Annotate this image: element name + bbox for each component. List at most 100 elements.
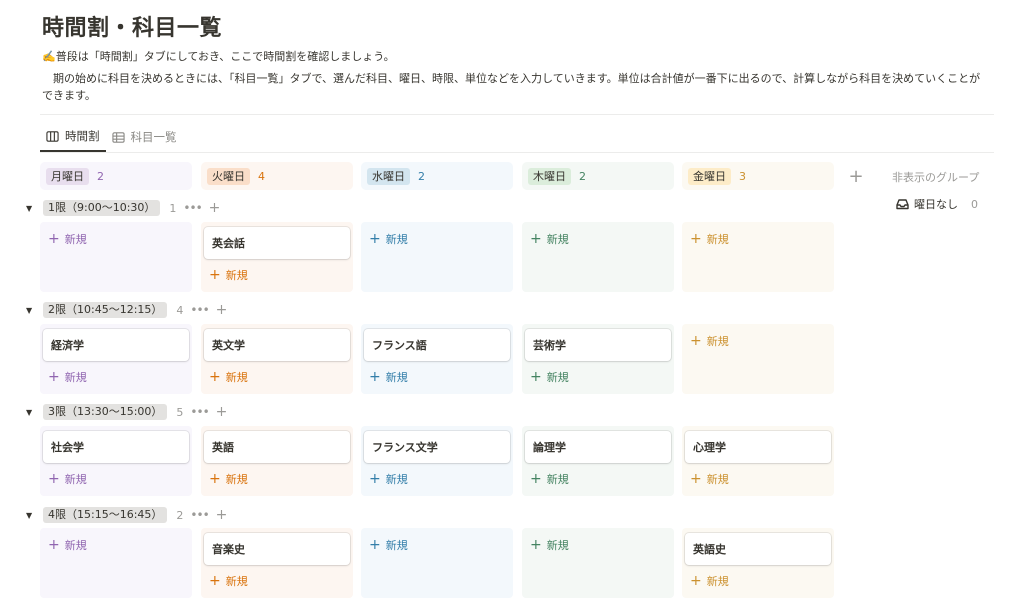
- new-item-button[interactable]: + 新規: [48, 537, 87, 553]
- subject-card[interactable]: 論理学: [525, 431, 671, 463]
- new-item-label: 新規: [706, 575, 729, 588]
- subject-card[interactable]: 英語: [204, 431, 350, 463]
- new-item-button[interactable]: + 新規: [369, 471, 408, 487]
- column-header[interactable]: 火曜日 4: [201, 162, 353, 190]
- plus-icon: +: [690, 471, 702, 487]
- subject-card[interactable]: 心理学: [685, 431, 831, 463]
- subject-card[interactable]: 社会学: [43, 431, 189, 463]
- board-cell: 音楽史 + 新規: [201, 528, 353, 598]
- board-cell: + 新規: [522, 528, 674, 598]
- new-item-button[interactable]: + 新規: [209, 573, 248, 589]
- new-item-label: 新規: [225, 473, 248, 486]
- plus-icon: +: [48, 537, 60, 553]
- new-item-button[interactable]: + 新規: [209, 369, 248, 385]
- new-item-button[interactable]: + 新規: [209, 267, 248, 283]
- new-item-button[interactable]: + 新規: [48, 369, 87, 385]
- tab-label: 科目一覧: [130, 130, 177, 144]
- plus-icon: +: [690, 231, 702, 247]
- day-count: 3: [739, 169, 746, 183]
- add-icon[interactable]: +: [209, 200, 221, 216]
- subject-card[interactable]: 英語史: [685, 533, 831, 565]
- day-tag: 木曜日: [528, 167, 571, 185]
- period-tag: 4限（15:15〜16:45）: [43, 507, 168, 523]
- new-item-button[interactable]: + 新規: [690, 231, 729, 247]
- new-item-button[interactable]: + 新規: [530, 369, 569, 385]
- group-count: 4: [176, 303, 184, 317]
- day-tag: 金曜日: [688, 167, 731, 185]
- column-header[interactable]: 水曜日 2: [361, 162, 513, 190]
- column-header[interactable]: 金曜日 3: [682, 162, 834, 190]
- tab-timetable[interactable]: 時間割: [40, 122, 106, 152]
- no-day-label: 曜日なし: [914, 198, 958, 211]
- new-item-button[interactable]: + 新規: [690, 573, 729, 589]
- collapse-toggle-icon[interactable]: ▼: [26, 511, 36, 520]
- divider: [40, 152, 994, 153]
- more-icon[interactable]: •••: [190, 303, 209, 317]
- subject-card[interactable]: フランス語: [364, 329, 510, 361]
- new-item-button[interactable]: + 新規: [48, 231, 87, 247]
- collapse-toggle-icon[interactable]: ▼: [26, 204, 36, 213]
- new-item-button[interactable]: + 新規: [690, 333, 729, 349]
- plus-icon: +: [48, 369, 60, 385]
- add-icon[interactable]: +: [216, 404, 228, 420]
- column-header[interactable]: 月曜日 2: [40, 162, 192, 190]
- more-icon[interactable]: •••: [190, 508, 209, 522]
- plus-icon: +: [48, 231, 60, 247]
- page-description-line2: 期の始めに科目を決めるときには、「科目一覧」タブで、選んだ科目、曜日、時限、単位…: [42, 72, 981, 102]
- new-item-label: 新規: [225, 269, 248, 282]
- board-cell: 英会話 + 新規: [201, 222, 353, 292]
- hidden-groups-label[interactable]: 非表示のグループ: [892, 169, 979, 185]
- tab-label: 時間割: [65, 129, 100, 143]
- hidden-group-no-day[interactable]: 曜日なし 0: [896, 196, 978, 212]
- board-cell: 芸術学 + 新規: [522, 324, 674, 394]
- new-item-label: 新規: [385, 233, 408, 246]
- new-item-label: 新規: [706, 473, 729, 486]
- new-item-button[interactable]: + 新規: [369, 537, 408, 553]
- new-item-button[interactable]: + 新規: [209, 471, 248, 487]
- column-header[interactable]: 木曜日 2: [522, 162, 674, 190]
- plus-icon: +: [530, 231, 542, 247]
- plus-icon: +: [209, 267, 221, 283]
- board-cell: 心理学 + 新規: [682, 426, 834, 496]
- more-icon[interactable]: •••: [190, 405, 209, 419]
- subject-card[interactable]: 音楽史: [204, 533, 350, 565]
- subject-card[interactable]: 経済学: [43, 329, 189, 361]
- board-cell: 経済学 + 新規: [40, 324, 192, 394]
- new-item-button[interactable]: + 新規: [369, 369, 408, 385]
- tab-subject-list[interactable]: 科目一覧: [106, 122, 183, 152]
- add-icon[interactable]: +: [216, 302, 228, 318]
- board-cell: 英語 + 新規: [201, 426, 353, 496]
- subject-card[interactable]: フランス文学: [364, 431, 510, 463]
- new-item-button[interactable]: + 新規: [530, 471, 569, 487]
- board-cell: 英語史 + 新規: [682, 528, 834, 598]
- collapse-toggle-icon[interactable]: ▼: [26, 306, 36, 315]
- group-header: ▼ 2限（10:45〜12:15） 4 ••• +: [26, 302, 227, 318]
- board-cell: + 新規: [522, 222, 674, 292]
- new-item-button[interactable]: + 新規: [690, 471, 729, 487]
- collapse-toggle-icon[interactable]: ▼: [26, 408, 36, 417]
- new-item-button[interactable]: + 新規: [530, 537, 569, 553]
- new-item-button[interactable]: + 新規: [48, 471, 87, 487]
- add-icon[interactable]: +: [216, 507, 228, 523]
- new-item-button[interactable]: + 新規: [530, 231, 569, 247]
- new-item-label: 新規: [546, 473, 569, 486]
- subject-card[interactable]: 英会話: [204, 227, 350, 259]
- add-group-button[interactable]: +: [844, 164, 868, 188]
- new-item-label: 新規: [706, 335, 729, 348]
- plus-icon: +: [690, 573, 702, 589]
- day-count: 4: [258, 169, 265, 183]
- plus-icon: +: [369, 537, 381, 553]
- new-item-button[interactable]: + 新規: [369, 231, 408, 247]
- new-item-label: 新規: [64, 539, 87, 552]
- plus-icon: +: [48, 471, 60, 487]
- more-icon[interactable]: •••: [183, 201, 202, 215]
- new-item-label: 新規: [546, 233, 569, 246]
- board-cell: + 新規: [361, 222, 513, 292]
- plus-icon: +: [209, 369, 221, 385]
- subject-card[interactable]: 芸術学: [525, 329, 671, 361]
- plus-icon: +: [209, 573, 221, 589]
- new-item-label: 新規: [385, 371, 408, 384]
- board-cell: 英文学 + 新規: [201, 324, 353, 394]
- subject-card[interactable]: 英文学: [204, 329, 350, 361]
- day-count: 2: [418, 169, 425, 183]
